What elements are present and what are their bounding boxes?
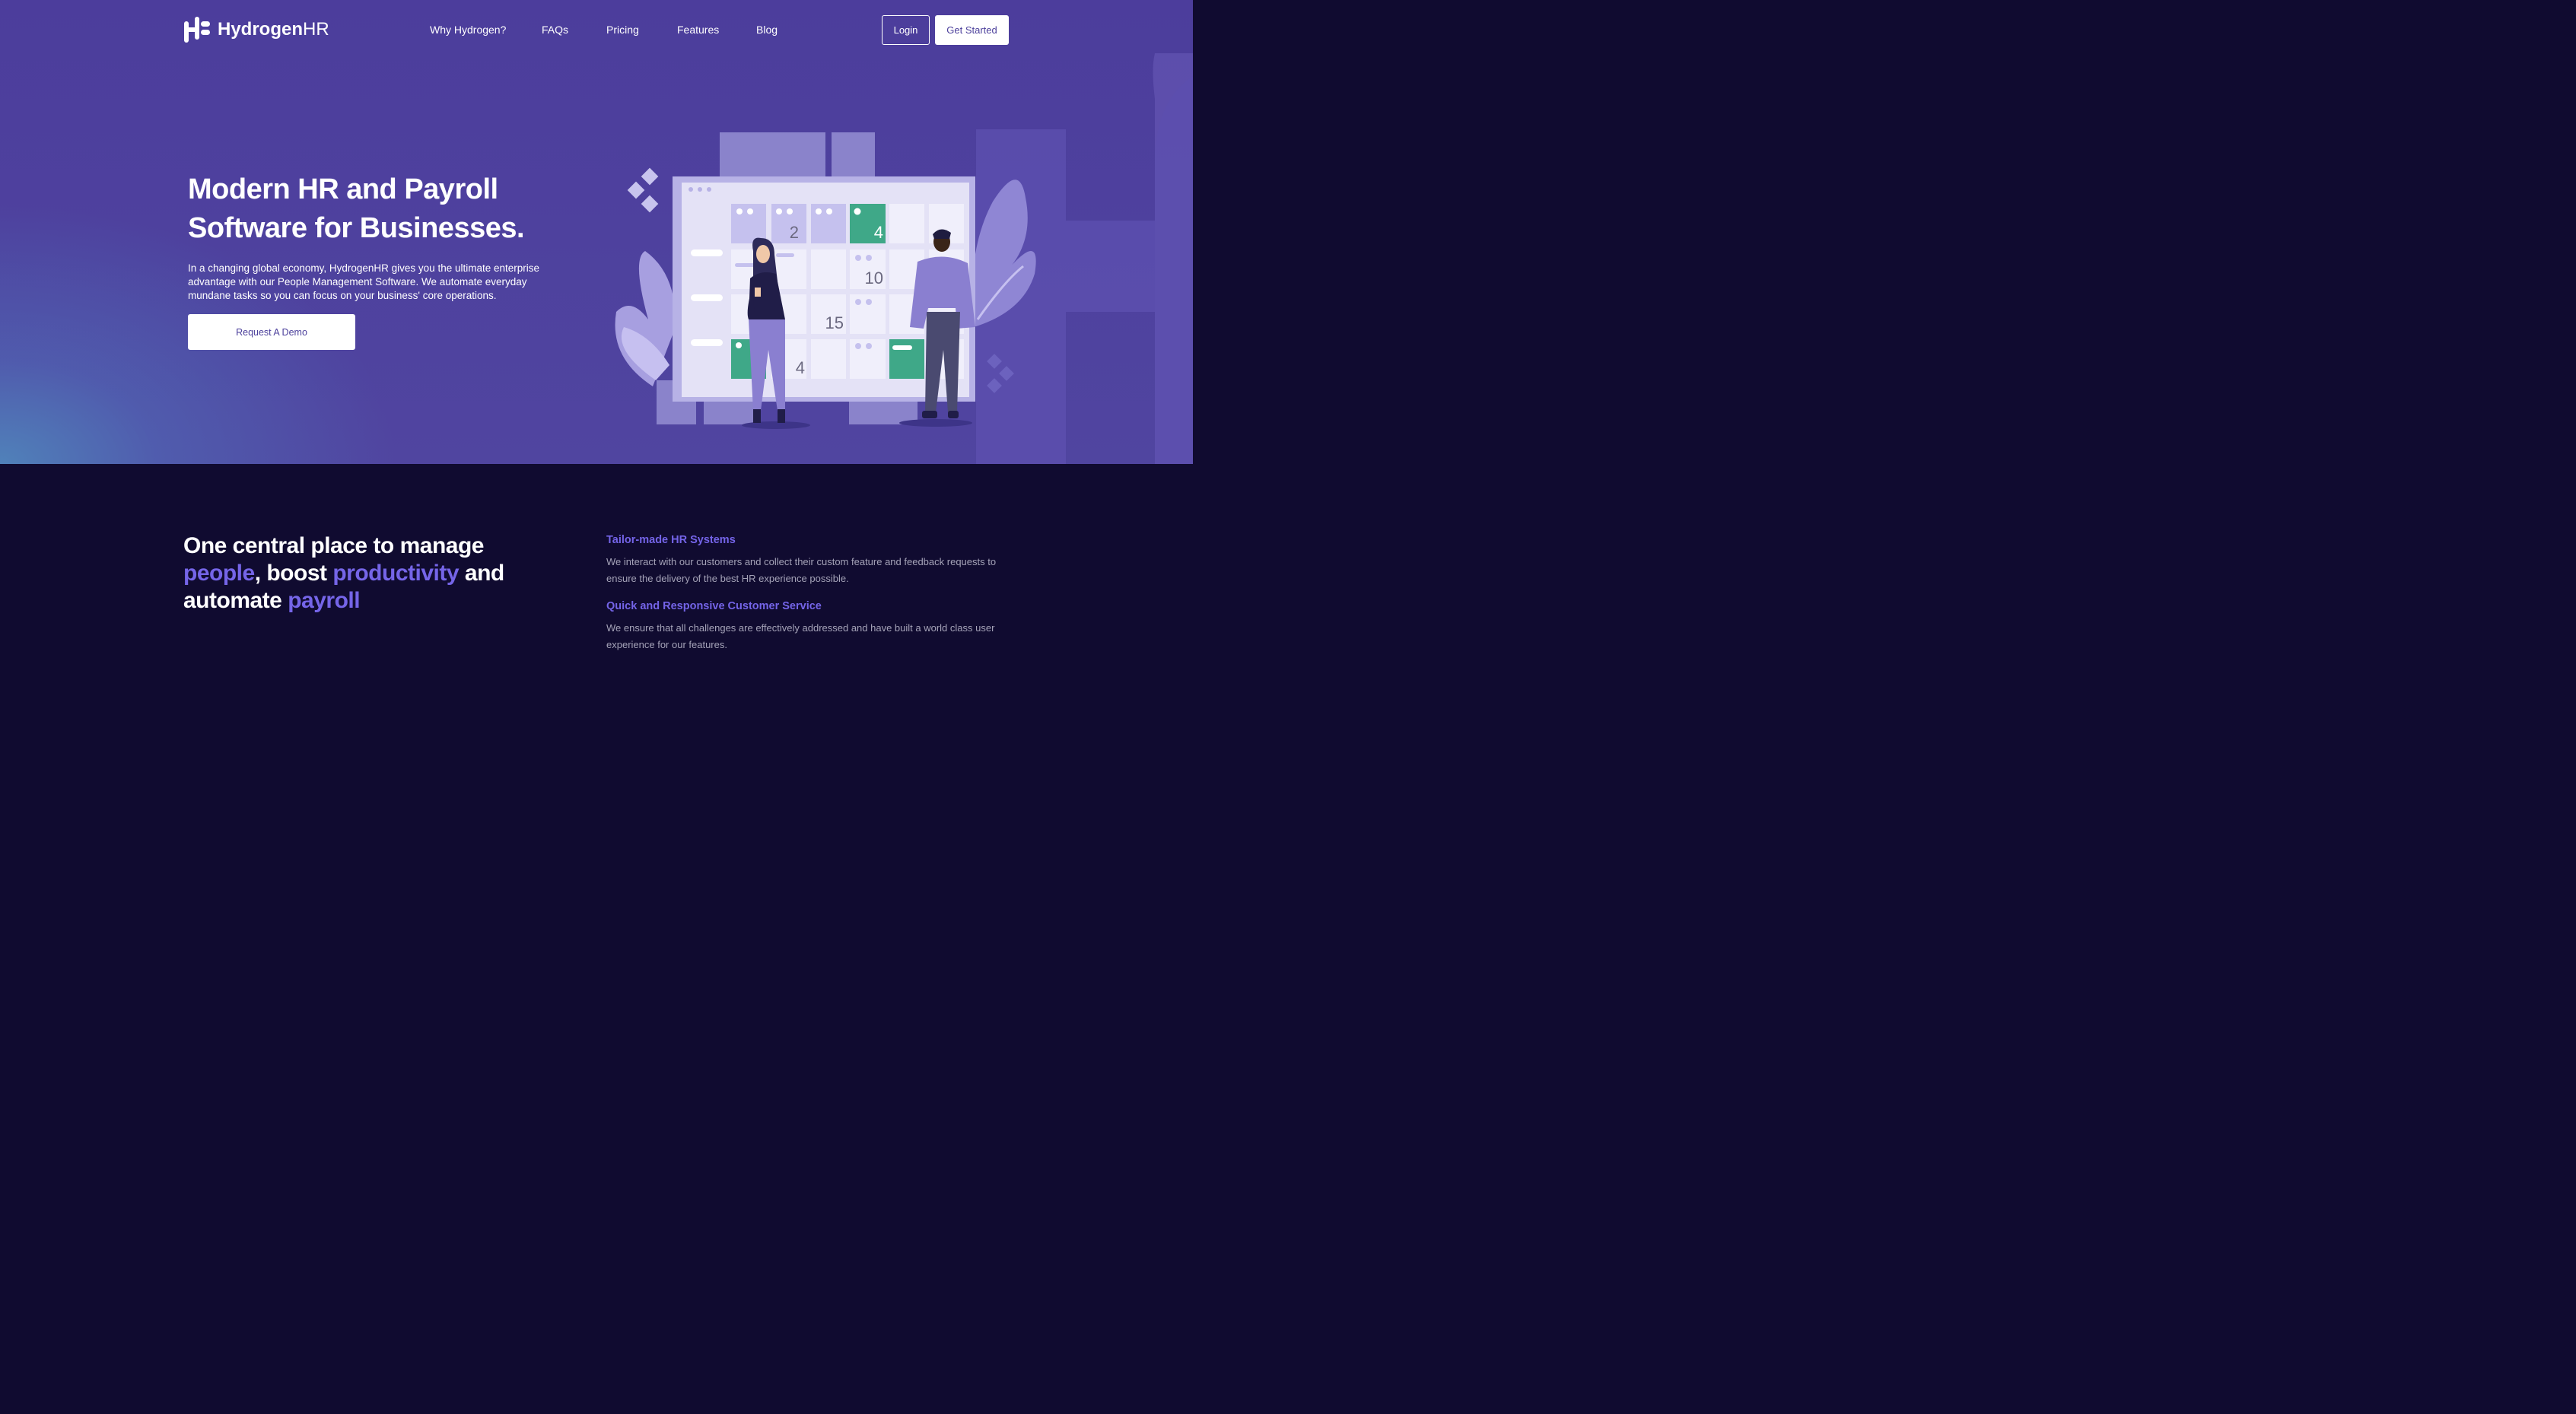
feature-tailor-made: Tailor-made HR Systems We interact with … [606, 532, 1010, 587]
nav-faqs[interactable]: FAQs [542, 23, 568, 37]
brand-name-light: HR [303, 19, 329, 40]
hydrogen-logo-icon [184, 17, 210, 43]
nav-why-hydrogen[interactable]: Why Hydrogen? [430, 23, 506, 37]
feature-title: Quick and Responsive Customer Service [606, 600, 822, 612]
section-title-text: , boost [254, 561, 327, 586]
request-demo-button[interactable]: Request A Demo [188, 314, 355, 350]
hero-title: Modern HR and Payroll Software for Busin… [188, 173, 525, 244]
nav-blog[interactable]: Blog [756, 23, 778, 37]
highlight-payroll: payroll [288, 588, 361, 613]
feature-description: We ensure that all challenges are effect… [606, 622, 995, 650]
diamond-decoration-icon [627, 167, 659, 213]
section-title-text: One central place to manage [183, 533, 484, 558]
login-button[interactable]: Login [882, 15, 930, 45]
highlight-productivity: productivity [332, 561, 460, 586]
highlight-people: people [183, 561, 255, 586]
feature-customer-service: Quick and Responsive Customer Service We… [606, 599, 1010, 653]
section-title: One central place to manage people, boos… [183, 532, 549, 615]
calendar-illustration: 2 4 10 15 4 [615, 132, 1036, 429]
brand-logo[interactable]: HydrogenHR [183, 15, 329, 44]
hero-description: In a changing global economy, HydrogenHR… [188, 262, 540, 301]
calendar-number: 15 [825, 313, 844, 332]
nav-pricing[interactable]: Pricing [606, 23, 639, 37]
hero-section: HydrogenHR Why Hydrogen? FAQs Pricing Fe… [0, 0, 1193, 464]
brand-name-bold: Hydrogen [218, 19, 304, 40]
nav-features[interactable]: Features [677, 23, 719, 37]
feature-description: We interact with our customers and colle… [606, 556, 997, 584]
get-started-button[interactable]: Get Started [935, 15, 1009, 45]
calendar-number: 4 [874, 223, 883, 242]
calendar-number: 2 [790, 223, 799, 242]
calendar-number: 4 [796, 358, 805, 377]
feature-title: Tailor-made HR Systems [606, 534, 736, 546]
calendar-number: 10 [865, 269, 883, 288]
